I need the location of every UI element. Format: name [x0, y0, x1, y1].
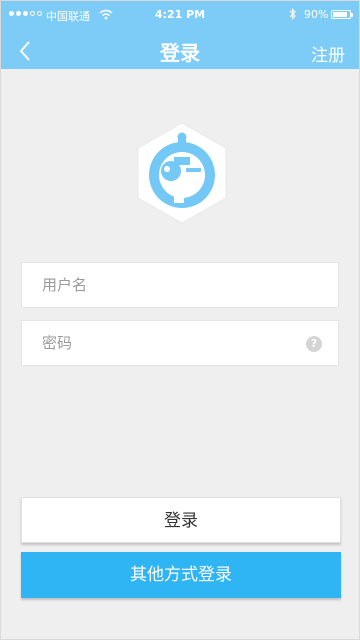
username-input[interactable]: [22, 263, 338, 307]
battery-icon: [331, 10, 353, 19]
password-field[interactable]: ?: [21, 320, 339, 366]
login-button[interactable]: 登录: [21, 497, 341, 543]
password-input[interactable]: [22, 321, 338, 365]
username-field[interactable]: [21, 262, 339, 308]
question-mark-icon[interactable]: ?: [306, 336, 322, 352]
register-link[interactable]: 注册: [311, 41, 345, 66]
status-bar: 中国联通 4:21 PM 90%: [1, 1, 359, 31]
page-title: 登录: [160, 41, 200, 65]
login-screen: 中国联通 4:21 PM 90% 登录 注册 用户名 ? 登录 其他方式登录: [0, 0, 360, 640]
other-login-button[interactable]: 其他方式登录: [21, 552, 341, 598]
header-bar: 中国联通 4:21 PM 90% 登录 注册: [1, 1, 359, 69]
battery-percent: 90%: [304, 8, 329, 21]
bluetooth-icon: [289, 8, 297, 23]
app-logo: [134, 121, 230, 225]
